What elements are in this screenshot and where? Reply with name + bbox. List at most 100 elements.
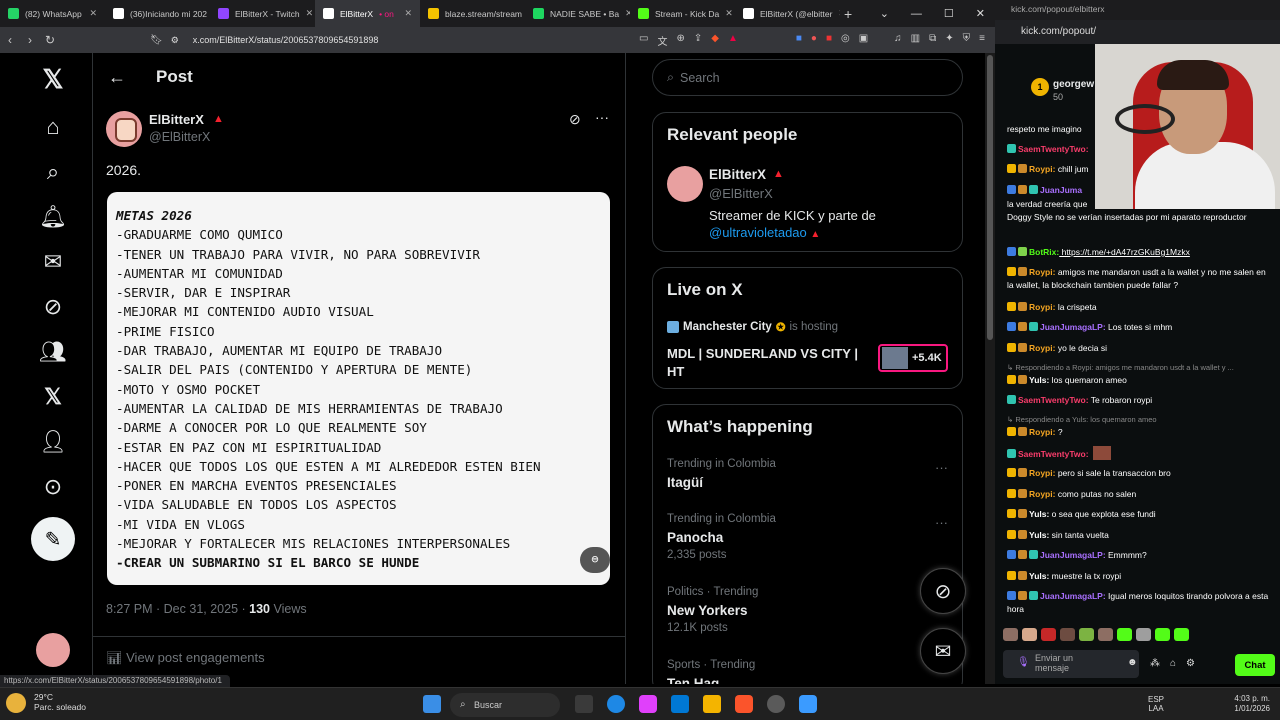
browser-tab[interactable]: ElBitterX - Twitch ✕ <box>210 0 315 27</box>
chat-username[interactable]: Yuls: <box>1029 530 1049 540</box>
live-viewers[interactable]: +5.4K <box>878 344 948 372</box>
emote-icon[interactable] <box>1117 628 1132 641</box>
taskbar-clock[interactable]: 4:03 p. m. 1/01/2026 <box>1210 694 1270 714</box>
emote-icon[interactable] <box>1022 628 1037 641</box>
close-tab-icon[interactable]: ✕ <box>725 8 733 19</box>
home-icon[interactable]: ⌂ <box>37 111 69 143</box>
back-nav-icon[interactable]: ‹ <box>0 33 20 47</box>
trend-more-icon[interactable]: ··· <box>935 515 948 530</box>
start-icon[interactable] <box>423 695 441 713</box>
browser-tab[interactable]: (36)Iniciando mi 202✕ <box>105 0 210 27</box>
chat-username[interactable]: Roypi: <box>1029 489 1055 499</box>
chat-username[interactable]: JuanJuma <box>1040 185 1082 195</box>
browser-tab[interactable]: (82) WhatsApp ✕ <box>0 0 105 27</box>
media-icon[interactable]: ♫ <box>894 33 902 48</box>
chat-username[interactable]: BotRix: <box>1029 247 1059 257</box>
chat-username[interactable]: JuanJumagaLP: <box>1040 591 1106 601</box>
more-options-icon[interactable]: ··· <box>595 109 609 125</box>
taskbar-search[interactable]: ⌕ Buscar <box>450 693 560 717</box>
vpn-icon[interactable]: ⛨ <box>963 33 971 48</box>
leo-icon[interactable]: ✦ <box>945 33 953 48</box>
top-gifter-name[interactable]: georgew <box>1053 79 1094 90</box>
emote-icon[interactable] <box>1155 628 1170 641</box>
brave-shield-icon[interactable]: ◆ <box>711 33 719 48</box>
chat-username[interactable]: SaemTwentyTwo: <box>1018 144 1089 154</box>
post-image[interactable]: METAS 2026 -GRADUARME COMO QUMICO -TENER U… <box>107 192 610 585</box>
menu-icon[interactable]: ≡ <box>979 33 985 48</box>
emote-icon[interactable] <box>1098 628 1113 641</box>
mic-icon[interactable]: 🎙︎ <box>1017 658 1030 668</box>
users-icon[interactable]: ⁂ <box>1150 658 1160 669</box>
chat-username[interactable]: Roypi: <box>1029 343 1055 353</box>
chat-username[interactable]: Roypi: <box>1029 427 1055 437</box>
copilot-icon[interactable] <box>639 695 657 713</box>
post-timestamp[interactable]: 8:27 PM · Dec 31, 2025 · <box>106 602 249 616</box>
communities-icon[interactable]: 👥︎ <box>37 336 69 368</box>
back-arrow-icon[interactable]: ← <box>108 67 126 88</box>
store-icon[interactable] <box>671 695 689 713</box>
image-grok-icon[interactable]: ⊜ <box>580 547 610 573</box>
emote-icon[interactable] <box>1079 628 1094 641</box>
site-info-icon[interactable]: ⚙ <box>171 35 179 46</box>
browser-tab[interactable]: ElBitterX (@elbitter ✕ <box>735 0 840 27</box>
close-tab-icon[interactable]: ✕ <box>838 8 840 19</box>
app-icon[interactable] <box>799 695 817 713</box>
notifications-icon[interactable]: 🔔︎ <box>37 201 69 233</box>
kick-address-bar[interactable]: kick.com/popout/ <box>995 20 1280 44</box>
translate-icon[interactable]: 文 <box>657 33 667 48</box>
obs-icon[interactable] <box>767 695 785 713</box>
trend-item[interactable]: Sports · Trending Ten Hag <box>667 659 755 684</box>
search-input[interactable]: ⌕ Search <box>652 59 963 96</box>
live-event-title[interactable]: MDL | SUNDERLAND VS CITY | HT <box>667 345 872 381</box>
author-name[interactable]: ElBitterX <box>149 112 204 127</box>
trend-item[interactable]: Politics · Trending New Yorkers 12.1K post… <box>667 586 758 634</box>
person-avatar[interactable] <box>667 166 703 202</box>
chat-username[interactable]: Yuls: <box>1029 509 1049 519</box>
bookmark-icon[interactable]: 🔖︎ <box>150 35 163 46</box>
author-avatar[interactable] <box>106 111 142 147</box>
close-tab-icon[interactable]: ✕ <box>89 8 97 19</box>
emote-icon[interactable] <box>1041 628 1056 641</box>
close-tab-icon[interactable]: ✕ <box>306 8 314 19</box>
scrollbar-thumb[interactable] <box>987 55 993 340</box>
view-engagements-link[interactable]: 📊︎ View post engagements <box>106 650 265 666</box>
person-name[interactable]: ElBitterX <box>709 167 766 182</box>
page-scrollbar[interactable] <box>985 53 995 684</box>
reload-icon[interactable]: ↻ <box>40 33 60 47</box>
store-icon[interactable]: ⌂ <box>1170 658 1176 669</box>
browser-tab[interactable]: NADIE SABE • Ba ✕ <box>525 0 630 27</box>
install-icon[interactable]: ▭ <box>639 33 648 48</box>
grok-fab-icon[interactable]: ⊘ <box>920 568 966 614</box>
forward-nav-icon[interactable]: › <box>20 33 40 47</box>
messages-fab-icon[interactable]: ✉ <box>920 628 966 674</box>
x-logo-icon[interactable]: 𝕏 <box>37 63 69 95</box>
minimize-icon[interactable]: — <box>911 8 922 20</box>
task-view-icon[interactable] <box>575 695 593 713</box>
browser-tab[interactable]: Stream - Kick Da ✕ <box>630 0 735 27</box>
grok-explain-icon[interactable]: ⊘ <box>569 111 581 128</box>
profile-icon[interactable]: 👤︎ <box>37 426 69 458</box>
trend-more-icon[interactable]: ··· <box>935 460 948 475</box>
extension-icon[interactable]: ▣ <box>859 33 868 48</box>
emote-icon[interactable] <box>1136 628 1151 641</box>
settings-icon[interactable]: ⚙ <box>1186 658 1195 669</box>
chat-username[interactable]: SaemTwentyTwo: <box>1018 395 1089 405</box>
maximize-icon[interactable]: ☐ <box>944 7 954 20</box>
screenshot-icon[interactable]: ⧉ <box>929 33 936 48</box>
close-window-icon[interactable]: ✕ <box>976 7 985 20</box>
trend-item[interactable]: Trending in Colombia Panocha 2,335 posts <box>667 513 776 561</box>
close-tab-icon[interactable]: ✕ <box>404 8 412 19</box>
premium-icon[interactable]: 𝕏 <box>37 381 69 413</box>
browser-tab[interactable]: blaze.stream/stream✕ <box>420 0 525 27</box>
chat-username[interactable]: SaemTwentyTwo: <box>1018 449 1089 459</box>
live-host[interactable]: Manchester City ✪ is hosting <box>667 320 838 334</box>
chat-username[interactable]: Roypi: <box>1029 267 1055 277</box>
more-icon[interactable]: ⊙ <box>37 471 69 503</box>
share-icon[interactable]: ⇪ <box>694 33 702 48</box>
account-avatar[interactable] <box>36 633 70 667</box>
address-bar[interactable]: x.com/ElBitterX/status/20065378096545918… <box>193 35 379 45</box>
chat-username[interactable]: Yuls: <box>1029 571 1049 581</box>
chat-username[interactable]: JuanJumagaLP: <box>1040 322 1106 332</box>
trend-item[interactable]: Trending in Colombia Itagüí <box>667 458 776 490</box>
chat-username[interactable]: Yuls: <box>1029 375 1049 385</box>
